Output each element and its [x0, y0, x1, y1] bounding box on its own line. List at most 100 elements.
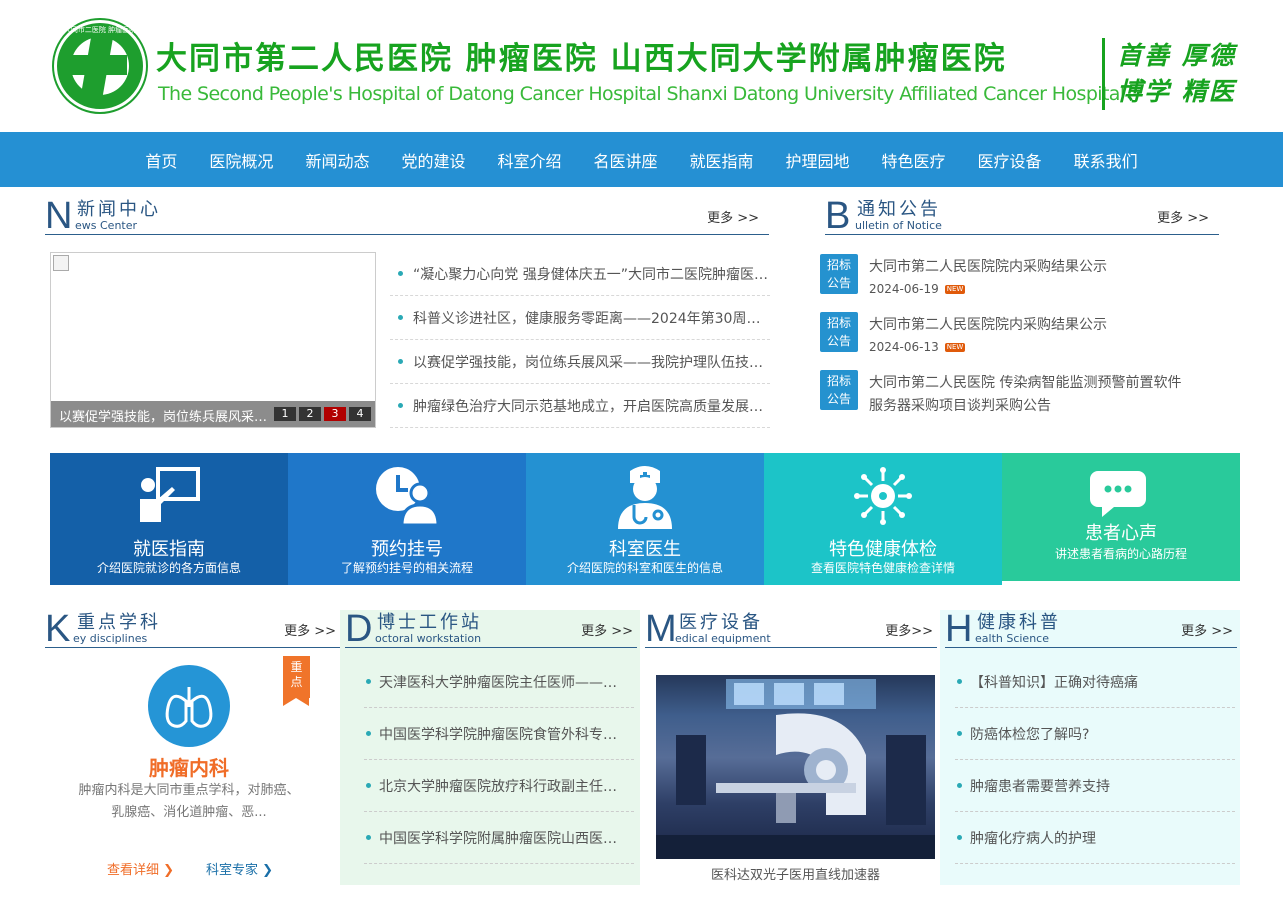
- slider-page-3[interactable]: 3: [324, 407, 346, 421]
- chevron-right-icon: ❯: [163, 863, 175, 878]
- tile-department-doctors[interactable]: 科室医生 介绍医院的科室和医生的信息: [526, 453, 764, 585]
- bullet-icon: [398, 403, 403, 408]
- tile-title: 就医指南: [133, 539, 205, 560]
- tile-medical-guide[interactable]: 就医指南 介绍医院就诊的各方面信息: [50, 453, 288, 585]
- news-item[interactable]: 肿瘤绿色治疗大同示范基地成立，开启医院高质量发展新篇章: [390, 384, 770, 428]
- notice-item-title[interactable]: 大同市第二人民医院院内采购结果公示: [869, 256, 1107, 279]
- tile-patient-voices[interactable]: 患者心声 讲述患者看病的心路历程: [1002, 453, 1240, 581]
- bullet-icon: [957, 731, 962, 736]
- dept-experts-link[interactable]: 科室专家 ❯: [206, 859, 273, 878]
- bullet-icon: [366, 783, 371, 788]
- news-center-letter: N: [45, 195, 73, 237]
- doctoral-title: 博士工作站: [377, 612, 482, 633]
- nav-contact[interactable]: 联系我们: [1058, 148, 1154, 172]
- tile-title: 特色健康体检: [829, 539, 937, 560]
- news-item-title[interactable]: “凝心聚力心向党 强身健体庆五一”大同市二医院肿瘤医院举行职工运动会: [413, 264, 770, 284]
- nav-featured[interactable]: 特色医疗: [866, 148, 962, 172]
- bullet-icon: [366, 835, 371, 840]
- notice-item-title[interactable]: 大同市第二人民医院院内采购结果公示: [869, 314, 1107, 337]
- doctoral-letter: D: [345, 608, 373, 650]
- bullet-icon: [366, 731, 371, 736]
- notice-item-title[interactable]: 大同市第二人民医院 传染病智能监测预警前置软件 服务器采购项目谈判采购公告: [869, 372, 1181, 418]
- health-letter: H: [945, 608, 973, 650]
- nav-lectures[interactable]: 名医讲座: [577, 148, 673, 172]
- news-center-subtitle: ews Center: [75, 219, 138, 232]
- bullet-icon: [957, 679, 962, 684]
- notice-item[interactable]: 招标 公告 大同市第二人民医院院内采购结果公示 2024-06-13 NEW: [820, 312, 1220, 362]
- view-detail-link[interactable]: 查看详细 ❯: [107, 859, 174, 878]
- notice-item[interactable]: 招标 公告 大同市第二人民医院院内采购结果公示 2024-06-19 NEW: [820, 254, 1220, 304]
- nav-home[interactable]: 首页: [129, 148, 193, 172]
- equipment-caption[interactable]: 医科达双光子医用直线加速器: [656, 864, 935, 883]
- equipment-photo[interactable]: [656, 675, 935, 859]
- key-subtitle: ey disciplines: [73, 632, 148, 645]
- equipment-title: 医疗设备: [679, 612, 763, 633]
- health-more-link[interactable]: 更多 >>: [1181, 620, 1233, 639]
- health-subtitle: ealth Science: [975, 632, 1049, 645]
- bullet-icon: [398, 315, 403, 320]
- key-more-link[interactable]: 更多 >>: [284, 620, 336, 639]
- nav-equipment[interactable]: 医疗设备: [962, 148, 1058, 172]
- motto-line-1: 首善 厚德: [1117, 41, 1236, 70]
- nav-news[interactable]: 新闻动态: [289, 148, 385, 172]
- news-list: “凝心聚力心向党 强身健体庆五一”大同市二医院肿瘤医院举行职工运动会 科普义诊进…: [390, 252, 770, 428]
- doctoral-more-link[interactable]: 更多 >>: [581, 620, 633, 639]
- news-center-header: N 新闻中心 ews Center 更多 >>: [45, 195, 769, 235]
- bid-tag: 招标 公告: [820, 370, 858, 410]
- slider-caption[interactable]: 以赛促学强技能，岗位练兵展风采——我院护理队伍: [59, 406, 274, 425]
- news-item-title[interactable]: 肿瘤绿色治疗大同示范基地成立，开启医院高质量发展新篇章: [413, 396, 770, 416]
- news-item[interactable]: 以赛促学强技能，岗位练兵展风采——我院护理队伍技能比武: [390, 340, 770, 384]
- tile-title: 科室医生: [609, 539, 681, 560]
- news-more-link[interactable]: 更多 >>: [707, 207, 759, 226]
- doctoral-item[interactable]: 北京大学肿瘤医院放疗科行政副主任工作站: [364, 760, 634, 812]
- dept-name[interactable]: 肿瘤内科: [48, 752, 330, 781]
- nav-nursing[interactable]: 护理园地: [770, 148, 866, 172]
- health-item-title[interactable]: 肿瘤患者需要营养支持: [970, 776, 1220, 796]
- new-badge: NEW: [944, 285, 966, 294]
- nav-party[interactable]: 党的建设: [385, 148, 481, 172]
- new-badge: NEW: [944, 343, 966, 352]
- tile-appointment[interactable]: 预约挂号 了解预约挂号的相关流程: [288, 453, 526, 585]
- nav-departments[interactable]: 科室介绍: [481, 148, 577, 172]
- news-item-title[interactable]: 以赛促学强技能，岗位练兵展风采——我院护理队伍技能比武: [413, 352, 770, 372]
- key-disciplines-header: K 重点学科 ey disciplines 更多 >>: [45, 608, 340, 648]
- health-item-title[interactable]: 【科普知识】正确对待癌痛: [970, 672, 1220, 692]
- news-slider[interactable]: 以赛促学强技能，岗位练兵展风采——我院护理队伍 1 2 3 4: [50, 252, 376, 428]
- key-title: 重点学科: [77, 612, 161, 633]
- health-item-title[interactable]: 防癌体检您了解吗?: [970, 724, 1220, 744]
- news-item-title[interactable]: 科普义诊进社区，健康服务零距离——2024年第30周活动: [413, 308, 770, 328]
- nav-guide[interactable]: 就医指南: [674, 148, 770, 172]
- equipment-more-link[interactable]: 更多>>: [885, 620, 933, 639]
- doctoral-item-title[interactable]: 中国医学科学院肿瘤医院食管外科专家工作站: [379, 724, 629, 744]
- hospital-title-en: The Second People's Hospital of Datong C…: [158, 83, 1125, 105]
- health-item[interactable]: 肿瘤化疗病人的护理: [955, 812, 1235, 864]
- health-item[interactable]: 防癌体检您了解吗?: [955, 708, 1235, 760]
- tile-subtitle: 讲述患者看病的心路历程: [1054, 547, 1187, 561]
- teacher-board-icon: [140, 467, 200, 522]
- nav-overview[interactable]: 医院概况: [193, 148, 289, 172]
- slider-pager: 1 2 3 4: [271, 407, 371, 421]
- tile-health-checkup[interactable]: 特色健康体检 查看医院特色健康检查详情: [764, 453, 1002, 585]
- lungs-icon[interactable]: [148, 665, 230, 747]
- health-item[interactable]: 【科普知识】正确对待癌痛: [955, 656, 1235, 708]
- notice-item[interactable]: 招标 公告 大同市第二人民医院 传染病智能监测预警前置软件 服务器采购项目谈判采购公…: [820, 370, 1220, 420]
- health-item-title[interactable]: 肿瘤化疗病人的护理: [970, 828, 1220, 848]
- site-header: 大同市二医院 肿瘤医院 大同市第二人民医院 肿瘤医院 山西大同大学附属肿瘤医院 …: [0, 0, 1283, 132]
- doctoral-item[interactable]: 中国医学科学院附属肿瘤医院山西医院工作站: [364, 812, 634, 864]
- news-item[interactable]: 科普义诊进社区，健康服务零距离——2024年第30周活动: [390, 296, 770, 340]
- doctoral-item-title[interactable]: 北京大学肿瘤医院放疗科行政副主任工作站: [379, 776, 629, 796]
- doctoral-item[interactable]: 天津医科大学肿瘤医院主任医师——博士工作站: [364, 656, 634, 708]
- news-item[interactable]: “凝心聚力心向党 强身健体庆五一”大同市二医院肿瘤医院举行职工运动会: [390, 252, 770, 296]
- slider-page-1[interactable]: 1: [274, 407, 296, 421]
- key-letter: K: [45, 608, 71, 650]
- slider-page-2[interactable]: 2: [299, 407, 321, 421]
- doctoral-item-title[interactable]: 中国医学科学院附属肿瘤医院山西医院工作站: [379, 828, 629, 848]
- slider-page-4[interactable]: 4: [349, 407, 371, 421]
- doctoral-item-title[interactable]: 天津医科大学肿瘤医院主任医师——博士工作站: [379, 672, 629, 692]
- doctoral-item[interactable]: 中国医学科学院肿瘤医院食管外科专家工作站: [364, 708, 634, 760]
- hospital-motto: 首善 厚德 博学 精医: [1102, 38, 1236, 110]
- notice-more-link[interactable]: 更多 >>: [1157, 207, 1209, 226]
- health-item[interactable]: 肿瘤患者需要营养支持: [955, 760, 1235, 812]
- hospital-logo[interactable]: 大同市二医院 肿瘤医院: [54, 20, 146, 112]
- tile-subtitle: 查看医院特色健康检查详情: [810, 561, 955, 575]
